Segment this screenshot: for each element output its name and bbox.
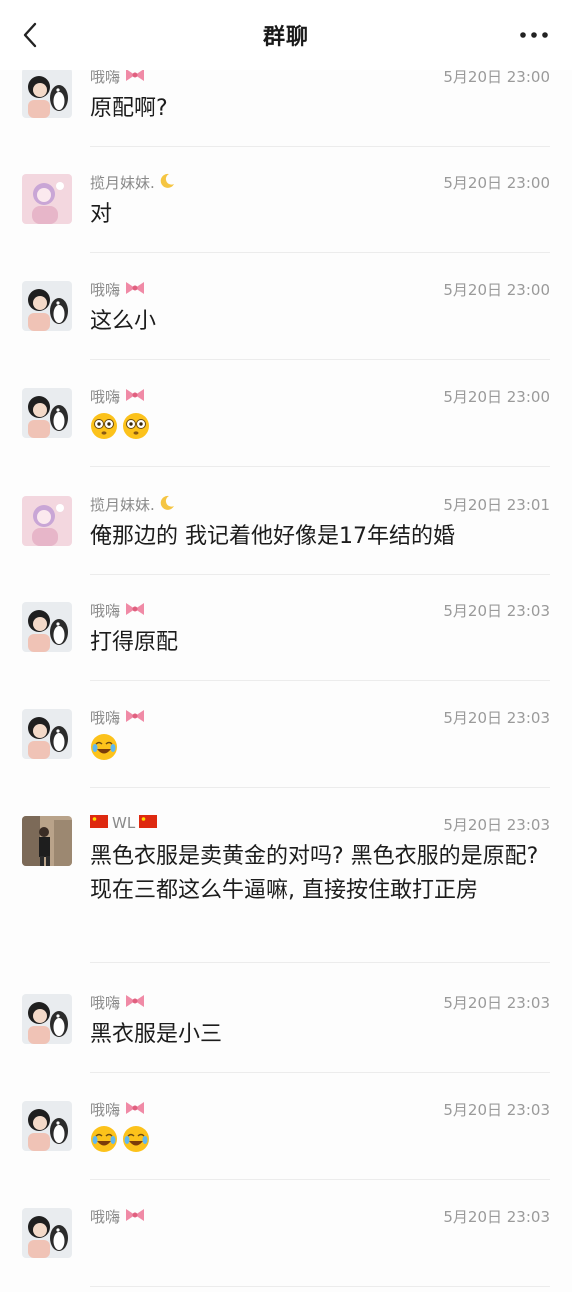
- flushed-emoji: [122, 412, 150, 451]
- sender-name[interactable]: 哦嗨: [90, 386, 146, 407]
- message-item[interactable]: WL 5月20日 23:03 黑色衣服是卖黄金的对吗? 黑色衣服的是原配? 现在三都…: [0, 794, 572, 968]
- message-item[interactable]: 哦嗨 5月20日 23:03: [0, 687, 572, 793]
- street-photo-avatar[interactable]: [22, 816, 72, 866]
- rolling-laugh-emoji: [90, 733, 118, 772]
- message-divider: [90, 680, 550, 681]
- bow-icon: [124, 280, 146, 300]
- sender-name-text: WL: [112, 814, 136, 832]
- more-dots-icon[interactable]: [518, 24, 550, 46]
- sender-name-text: 哦嗨: [90, 994, 121, 1012]
- message-text: 俺那边的 我记着他好像是17年结的婚: [90, 524, 455, 549]
- message-item[interactable]: 哦嗨 5月20日 23:03: [0, 1079, 572, 1185]
- message-divider: [90, 359, 550, 360]
- sender-name-text: 哦嗨: [90, 1101, 121, 1119]
- message-divider: [90, 1072, 550, 1073]
- message-text: [90, 412, 558, 451]
- back-chevron-icon[interactable]: [16, 20, 46, 50]
- sender-name-text: 揽月妹妹.: [90, 174, 155, 192]
- message-time: 5月20日 23:03: [443, 1208, 550, 1226]
- crescent-moon-icon: [159, 495, 175, 515]
- message-text: 原配啊?: [90, 96, 168, 121]
- nav-bar: 群聊: [0, 0, 572, 70]
- message-time: 5月20日 23:03: [443, 709, 550, 727]
- bow-icon: [124, 993, 146, 1013]
- message-time: 5月20日 23:00: [443, 388, 550, 406]
- sender-name[interactable]: 揽月妹妹.: [90, 494, 175, 515]
- message-time: 5月20日 23:01: [443, 496, 550, 514]
- message-item[interactable]: 哦嗨 5月20日 23:03 打得原配: [0, 580, 572, 686]
- crescent-moon-icon: [159, 173, 175, 193]
- message-time: 5月20日 23:03: [443, 816, 550, 834]
- message-text: 黑衣服是小三: [90, 1022, 223, 1047]
- sender-name[interactable]: 哦嗨: [90, 1099, 146, 1120]
- rolling-laugh-emoji: [122, 1125, 150, 1164]
- sender-name-text: 哦嗨: [90, 602, 121, 620]
- sender-name[interactable]: 哦嗨: [90, 992, 146, 1013]
- girl-penguin-avatar[interactable]: [22, 68, 72, 118]
- message-divider: [90, 787, 550, 788]
- sender-name-text: 哦嗨: [90, 388, 121, 406]
- message-item[interactable]: 哦嗨 5月20日 23:00 这么小: [0, 259, 572, 365]
- message-item[interactable]: 揽月妹妹. 5月20日 23:01 俺那边的 我记着他好像是17年结的婚: [0, 474, 572, 580]
- flushed-emoji: [90, 412, 118, 451]
- sender-name-text: 哦嗨: [90, 709, 121, 727]
- girl-penguin-avatar[interactable]: [22, 1101, 72, 1151]
- message-divider: [90, 574, 550, 575]
- pink-anime-avatar[interactable]: [22, 174, 72, 224]
- china-flag-icon: [139, 814, 158, 832]
- message-text: [90, 733, 558, 772]
- bow-icon: [124, 601, 146, 621]
- message-divider: [90, 1286, 550, 1287]
- bow-icon: [124, 1207, 146, 1227]
- sender-name[interactable]: 哦嗨: [90, 600, 146, 621]
- message-text: 这么小: [90, 309, 157, 334]
- message-divider: [90, 466, 550, 467]
- message-time: 5月20日 23:03: [443, 602, 550, 620]
- girl-penguin-avatar[interactable]: [22, 709, 72, 759]
- girl-penguin-avatar[interactable]: [22, 994, 72, 1044]
- sender-name[interactable]: 揽月妹妹.: [90, 172, 175, 193]
- message-divider: [90, 1179, 550, 1180]
- girl-penguin-avatar[interactable]: [22, 388, 72, 438]
- message-item[interactable]: 哦嗨 5月20日 23:03: [0, 1186, 572, 1292]
- sender-name-text: 哦嗨: [90, 281, 121, 299]
- sender-name[interactable]: WL: [90, 814, 158, 832]
- message-time: 5月20日 23:03: [443, 1101, 550, 1119]
- message-time: 5月20日 23:00: [443, 281, 550, 299]
- sender-name-text: 揽月妹妹.: [90, 496, 155, 514]
- girl-penguin-avatar[interactable]: [22, 281, 72, 331]
- message-item[interactable]: 揽月妹妹. 5月20日 23:00 对: [0, 152, 572, 258]
- message-divider: [90, 146, 550, 147]
- page-title: 群聊: [262, 25, 309, 50]
- message-item[interactable]: 哦嗨 5月20日 23:03 黑衣服是小三: [0, 972, 572, 1078]
- rolling-laugh-emoji: [90, 1125, 118, 1164]
- message-text: 打得原配: [90, 630, 179, 655]
- message-text: 黑色衣服是卖黄金的对吗? 黑色衣服的是原配? 现在三都这么牛逼嘛, 直接按住敢打…: [90, 844, 539, 903]
- bow-icon: [124, 387, 146, 407]
- message-text: [90, 1125, 558, 1164]
- message-item[interactable]: 哦嗨 5月20日 23:00: [0, 366, 572, 472]
- pink-anime-avatar[interactable]: [22, 496, 72, 546]
- bow-icon: [124, 708, 146, 728]
- sender-name[interactable]: 哦嗨: [90, 1206, 146, 1227]
- message-time: 5月20日 23:00: [443, 174, 550, 192]
- sender-name[interactable]: 哦嗨: [90, 279, 146, 300]
- message-divider: [90, 252, 550, 253]
- girl-penguin-avatar[interactable]: [22, 602, 72, 652]
- message-text: 对: [90, 202, 113, 227]
- sender-name[interactable]: 哦嗨: [90, 707, 146, 728]
- sender-name-text: 哦嗨: [90, 1208, 121, 1226]
- girl-penguin-avatar[interactable]: [22, 1208, 72, 1258]
- message-divider: [90, 962, 550, 963]
- message-time: 5月20日 23:03: [443, 994, 550, 1012]
- bow-icon: [124, 1100, 146, 1120]
- china-flag-icon: [90, 814, 108, 832]
